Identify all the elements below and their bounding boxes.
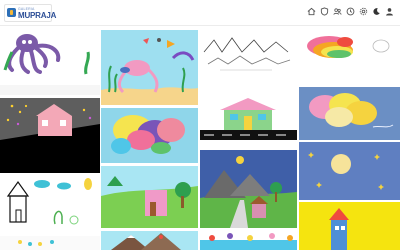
moon-night-drawing: [299, 142, 400, 200]
gallery-item-pink-house-night[interactable]: [0, 98, 100, 173]
mountain-road-drawing: [200, 150, 297, 228]
gallery-item-colorful-shapes[interactable]: [101, 108, 198, 163]
clock-icon[interactable]: [346, 7, 355, 16]
flowers-water-drawing: [200, 230, 297, 250]
colorful-cloud-drawing: [299, 87, 400, 140]
green-house-road-drawing: [200, 92, 297, 147]
gallery-item-colorful-cloud[interactable]: [299, 87, 400, 140]
pink-house-night-drawing: [0, 98, 100, 173]
rainbow-cloud-drawing: [299, 30, 400, 85]
octopus-drawing: [0, 30, 100, 95]
gallery-item-blue-house-yellow[interactable]: [299, 202, 400, 250]
gallery-item-octopus[interactable]: [0, 30, 100, 95]
logo-mark-icon: [7, 8, 16, 17]
gallery-item-mountain-sketch[interactable]: [200, 30, 297, 90]
gallery-item-underwater[interactable]: [101, 30, 198, 105]
colorful-shapes-drawing: [101, 108, 198, 163]
logo-title: MUPRAJA: [18, 11, 57, 20]
group-icon[interactable]: [333, 7, 342, 16]
blue-house-yellow-drawing: [299, 202, 400, 250]
gallery-item-green-house-road[interactable]: [200, 92, 297, 147]
app-logo[interactable]: GALERIA MUPRAJA: [4, 4, 56, 22]
gallery-item-mountain-sea[interactable]: [101, 231, 198, 250]
gallery-item-rainbow-cloud[interactable]: [299, 30, 400, 85]
mountain-sea-drawing: [101, 231, 198, 250]
nav-icons: [307, 7, 394, 16]
sketch-house-drawing: [0, 176, 100, 250]
underwater-scene-drawing: [101, 30, 198, 105]
gallery-item-mountain-road[interactable]: [200, 150, 297, 228]
settings-icon[interactable]: [359, 7, 368, 16]
gallery-item-pink-house-field[interactable]: [101, 166, 198, 228]
shield-icon[interactable]: [320, 7, 329, 16]
top-bar: GALERIA MUPRAJA: [0, 0, 400, 26]
gallery-item-moon-night[interactable]: [299, 142, 400, 200]
user-icon[interactable]: [385, 7, 394, 16]
home-icon[interactable]: [307, 7, 316, 16]
gallery-item-flowers-water[interactable]: [200, 230, 297, 250]
pink-house-field-drawing: [101, 166, 198, 228]
mountain-sketch-drawing: [200, 30, 297, 90]
moon-icon[interactable]: [372, 7, 381, 16]
gallery-item-sketch-house[interactable]: [0, 176, 100, 250]
